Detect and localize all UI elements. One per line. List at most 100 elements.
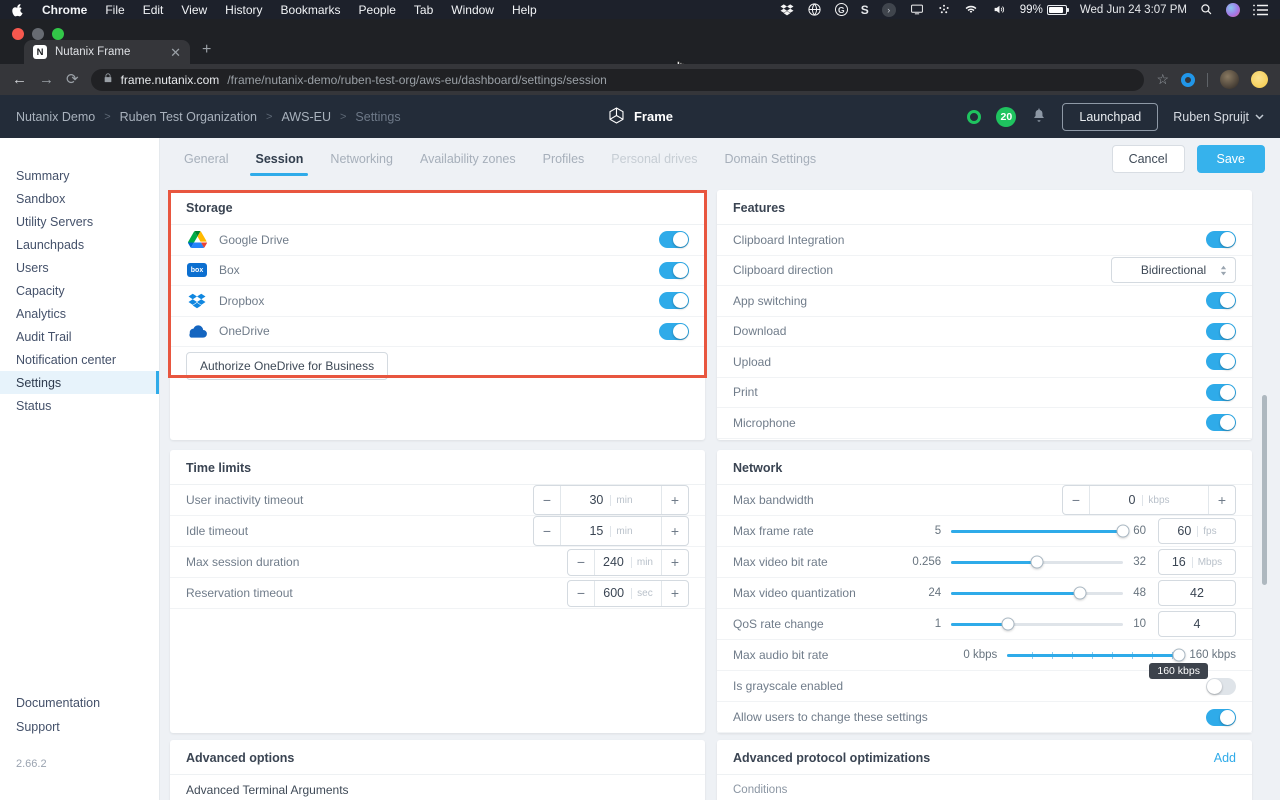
minimize-window-button[interactable]	[32, 28, 44, 40]
max-video-bit-rate-value[interactable]: 16 Mbps	[1158, 549, 1236, 575]
sidebar-item-support[interactable]: Support	[16, 720, 100, 734]
back-button[interactable]: ←	[12, 72, 27, 87]
menu-people[interactable]: People	[359, 3, 396, 17]
menu-bookmarks[interactable]: Bookmarks	[281, 3, 341, 17]
menu-view[interactable]: View	[181, 3, 207, 17]
menubar-clock[interactable]: Wed Jun 24 3:07 PM	[1080, 4, 1187, 16]
tab-networking[interactable]: Networking	[330, 138, 393, 180]
authorize-onedrive-button[interactable]: Authorize OneDrive for Business	[186, 352, 389, 380]
stepper-field[interactable]: 30 min	[561, 486, 661, 514]
decrement-button[interactable]: −	[568, 580, 595, 606]
dots-status-icon[interactable]	[938, 4, 950, 16]
grayscale-toggle[interactable]	[1206, 677, 1236, 695]
update-indicator-icon[interactable]	[1251, 71, 1268, 88]
menu-edit[interactable]: Edit	[143, 3, 164, 17]
breadcrumb-account[interactable]: Nutanix Demo	[16, 110, 95, 124]
max-video-bit-rate-slider[interactable]	[951, 555, 1124, 569]
google-drive-toggle[interactable]	[659, 231, 689, 249]
advanced-terminal-arguments-row[interactable]: Advanced Terminal Arguments	[170, 775, 705, 800]
menu-help[interactable]: Help	[512, 3, 537, 17]
increment-button[interactable]: +	[661, 486, 688, 514]
decrement-button[interactable]: −	[1063, 486, 1090, 514]
airplay-display-icon[interactable]	[909, 3, 925, 16]
download-toggle[interactable]	[1206, 322, 1236, 340]
box-toggle[interactable]	[659, 261, 689, 279]
tab-profiles[interactable]: Profiles	[543, 138, 585, 180]
menu-chrome[interactable]: Chrome	[42, 3, 87, 17]
qos-rate-change-value[interactable]: 4	[1158, 611, 1236, 637]
stepper-field[interactable]: 15 min	[561, 517, 661, 545]
tab-domain-settings[interactable]: Domain Settings	[724, 138, 816, 180]
sidebar-item-documentation[interactable]: Documentation	[16, 696, 100, 710]
decrement-button[interactable]: −	[534, 486, 561, 514]
slider-handle[interactable]	[1116, 524, 1130, 538]
dropbox-status-icon[interactable]	[780, 3, 794, 16]
print-toggle[interactable]	[1206, 383, 1236, 401]
allow-user-changes-toggle[interactable]	[1206, 708, 1236, 726]
sidebar-item-status[interactable]: Status	[0, 394, 159, 417]
slider-handle[interactable]	[1001, 617, 1015, 631]
apple-icon[interactable]	[12, 3, 24, 17]
max-video-quantization-slider[interactable]	[951, 586, 1124, 600]
tab-availability-zones[interactable]: Availability zones	[420, 138, 516, 180]
spotlight-search-icon[interactable]	[1200, 3, 1213, 16]
forward-button[interactable]: →	[39, 72, 54, 87]
zoom-window-button[interactable]	[52, 28, 64, 40]
max-frame-rate-value[interactable]: 60 fps	[1158, 518, 1236, 544]
slider-handle[interactable]	[1030, 555, 1044, 569]
onedrive-toggle[interactable]	[659, 322, 689, 340]
sidebar-item-users[interactable]: Users	[0, 256, 159, 279]
bookmark-star-icon[interactable]: ☆	[1156, 71, 1169, 88]
sidebar-item-launchpads[interactable]: Launchpads	[0, 233, 159, 256]
max-video-quantization-value[interactable]: 42	[1158, 580, 1236, 606]
capacity-badge[interactable]: 20	[996, 106, 1017, 127]
stepper-field[interactable]: 600 sec	[595, 581, 661, 606]
tab-close-icon[interactable]: ✕	[170, 46, 181, 59]
battery-indicator[interactable]: 99%	[1020, 4, 1069, 16]
address-bar[interactable]: frame.nutanix.com/frame/nutanix-demo/rub…	[90, 68, 1145, 91]
sidebar-item-capacity[interactable]: Capacity	[0, 279, 159, 302]
reload-button[interactable]: ⟳	[66, 72, 79, 87]
session-status-icon[interactable]	[967, 109, 982, 124]
increment-button[interactable]: +	[661, 517, 688, 545]
page-scrollbar[interactable]	[1262, 395, 1267, 585]
dropbox-toggle[interactable]	[659, 292, 689, 310]
save-button[interactable]: Save	[1196, 145, 1265, 173]
slider-handle[interactable]	[1172, 648, 1186, 662]
menu-tab[interactable]: Tab	[414, 3, 433, 17]
menu-window[interactable]: Window	[451, 3, 494, 17]
add-optimization-link[interactable]: Add	[1214, 751, 1236, 765]
increment-button[interactable]: +	[661, 549, 688, 575]
max-frame-rate-slider[interactable]	[951, 524, 1130, 538]
breadcrumb-region[interactable]: AWS-EU	[281, 110, 331, 124]
sidebar-item-summary[interactable]: Summary	[0, 164, 159, 187]
sidebar-item-analytics[interactable]: Analytics	[0, 302, 159, 325]
notifications-bell-icon[interactable]	[1031, 107, 1047, 126]
microphone-toggle[interactable]	[1206, 414, 1236, 432]
sidebar-item-sandbox[interactable]: Sandbox	[0, 187, 159, 210]
wifi-icon[interactable]	[963, 3, 979, 16]
decrement-button[interactable]: −	[568, 549, 595, 575]
menu-history[interactable]: History	[225, 3, 262, 17]
app-switching-toggle[interactable]	[1206, 292, 1236, 310]
increment-button[interactable]: +	[1208, 486, 1235, 514]
notification-center-icon[interactable]	[1253, 4, 1268, 16]
g-app-status-icon[interactable]: G	[834, 3, 848, 16]
browser-profile-avatar[interactable]	[1220, 70, 1239, 89]
stepper-field[interactable]: 240 min	[595, 550, 661, 575]
clipboard-integration-toggle[interactable]	[1206, 231, 1236, 249]
s-app-status-icon[interactable]: S	[861, 3, 869, 17]
cancel-button[interactable]: Cancel	[1111, 145, 1185, 173]
siri-icon[interactable]	[1226, 2, 1240, 17]
decrement-button[interactable]: −	[534, 517, 561, 545]
sidebar-item-notification-center[interactable]: Notification center	[0, 348, 159, 371]
menu-file[interactable]: File	[105, 3, 124, 17]
browser-tab[interactable]: N Nutanix Frame ✕	[24, 40, 190, 64]
user-menu[interactable]: Ruben Spruijt	[1173, 110, 1264, 124]
stepper-field[interactable]: 0 kbps	[1090, 486, 1208, 514]
globe-status-icon[interactable]	[807, 2, 822, 17]
clipboard-direction-select[interactable]: Bidirectional	[1111, 257, 1236, 284]
launchpad-button[interactable]: Launchpad	[1062, 102, 1159, 131]
close-window-button[interactable]	[12, 28, 24, 40]
volume-icon[interactable]	[992, 3, 1007, 16]
